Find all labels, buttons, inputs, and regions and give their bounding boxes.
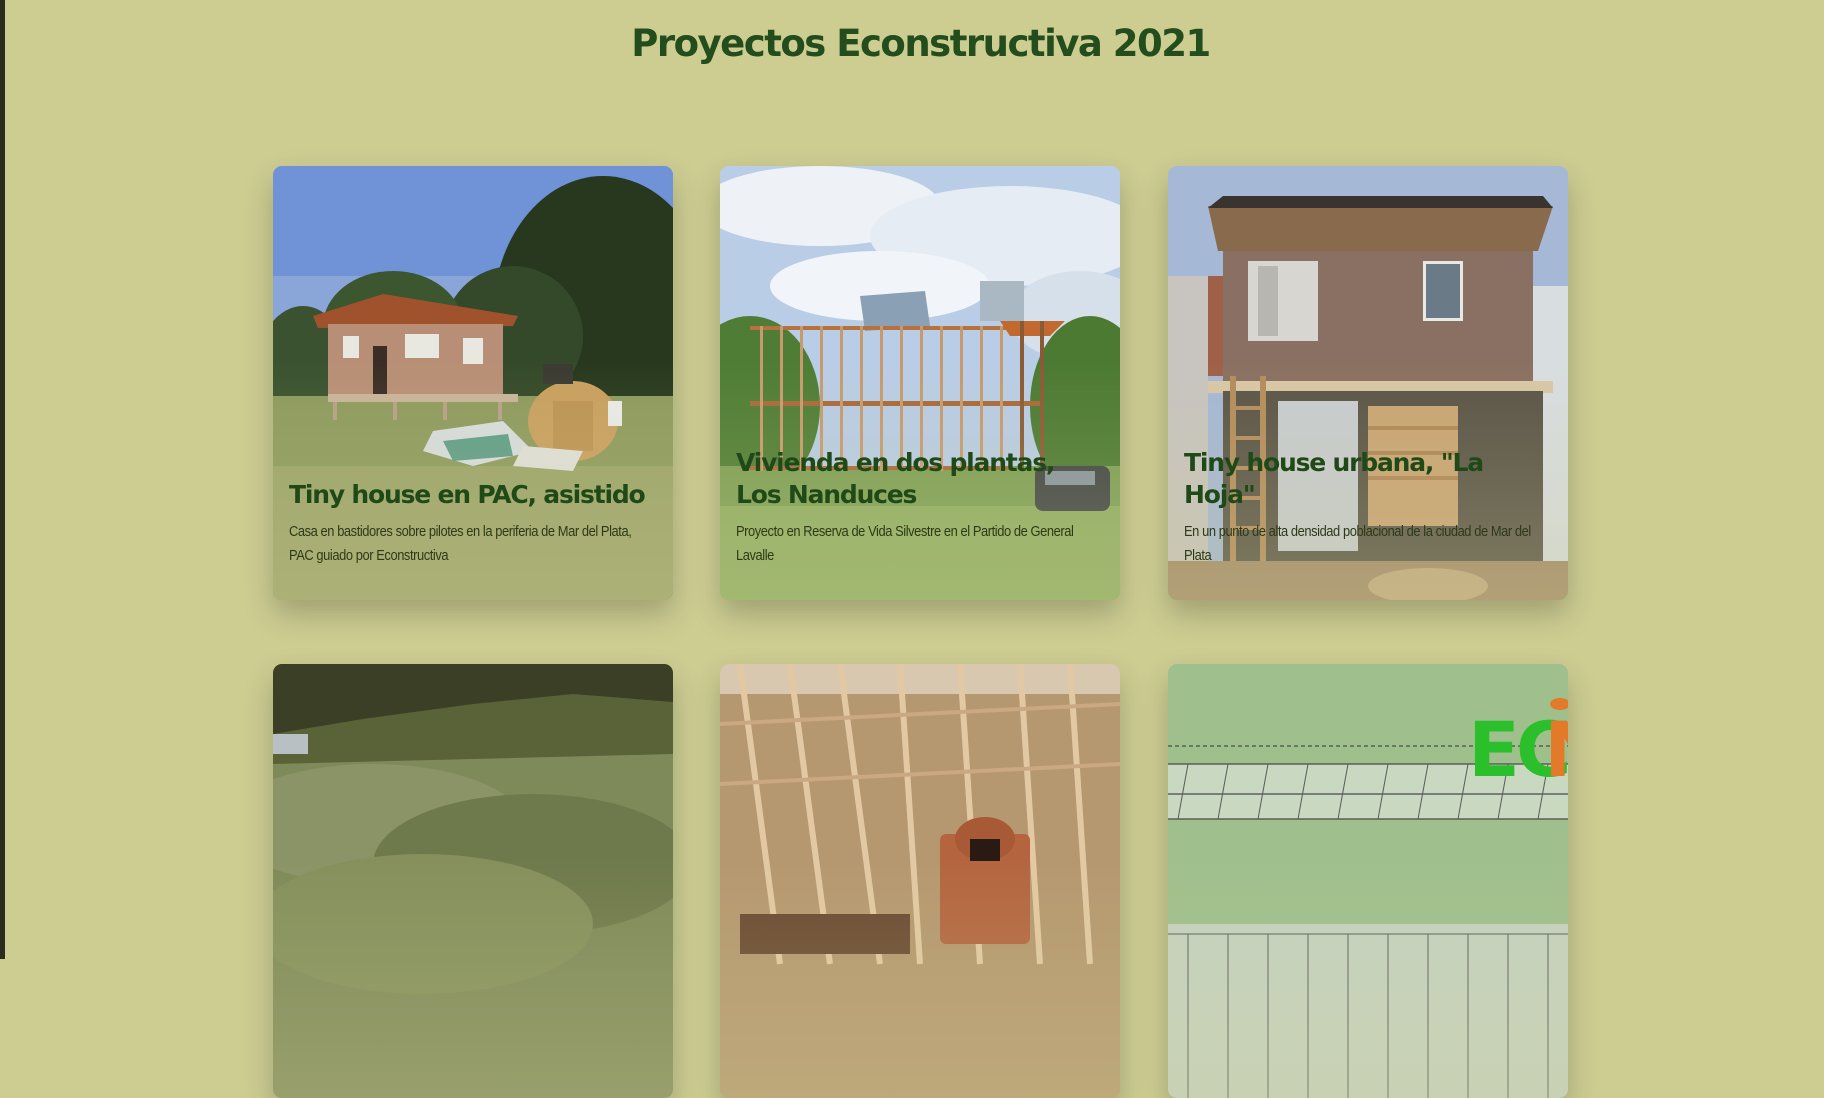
project-card-5[interactable] bbox=[720, 664, 1120, 1098]
card-title: Tiny house en PAC, asistido bbox=[289, 480, 646, 509]
card-description: Casa en bastidores sobre pilotes en la p… bbox=[289, 523, 632, 564]
project-card-4[interactable] bbox=[273, 664, 673, 1098]
project-card-6[interactable]: ECO NS bbox=[1168, 664, 1568, 1098]
card-overlay bbox=[1168, 858, 1568, 1098]
logo-text: NS bbox=[1544, 705, 1568, 794]
project-card-tiny-house-pac[interactable]: Tiny house en PAC, asistido Casa en bast… bbox=[273, 166, 673, 600]
card-overlay bbox=[273, 858, 673, 1098]
card-description: En un punto de alta densidad poblacional… bbox=[1184, 523, 1531, 564]
card-caption: Tiny house en PAC, asistido Casa en bast… bbox=[289, 479, 657, 568]
page-title: Proyectos Econstructiva 2021 bbox=[631, 22, 1211, 65]
card-overlay bbox=[720, 858, 1120, 1098]
project-card-tiny-house-urbana[interactable]: Tiny house urbana, "La Hoja" En un punto… bbox=[1168, 166, 1568, 600]
card-title: Vivienda en dos plantas, Los Nanduces bbox=[736, 448, 1055, 509]
card-title: Tiny house urbana, "La Hoja" bbox=[1184, 448, 1484, 509]
card-caption: Vivienda en dos plantas, Los Nanduces Pr… bbox=[736, 447, 1104, 568]
card-description: Proyecto en Reserva de Vida Silvestre en… bbox=[736, 523, 1074, 564]
project-card-vivienda-los-nanduces[interactable]: Vivienda en dos plantas, Los Nanduces Pr… bbox=[720, 166, 1120, 600]
card-caption: Tiny house urbana, "La Hoja" En un punto… bbox=[1184, 447, 1552, 568]
window-edge bbox=[0, 0, 5, 959]
